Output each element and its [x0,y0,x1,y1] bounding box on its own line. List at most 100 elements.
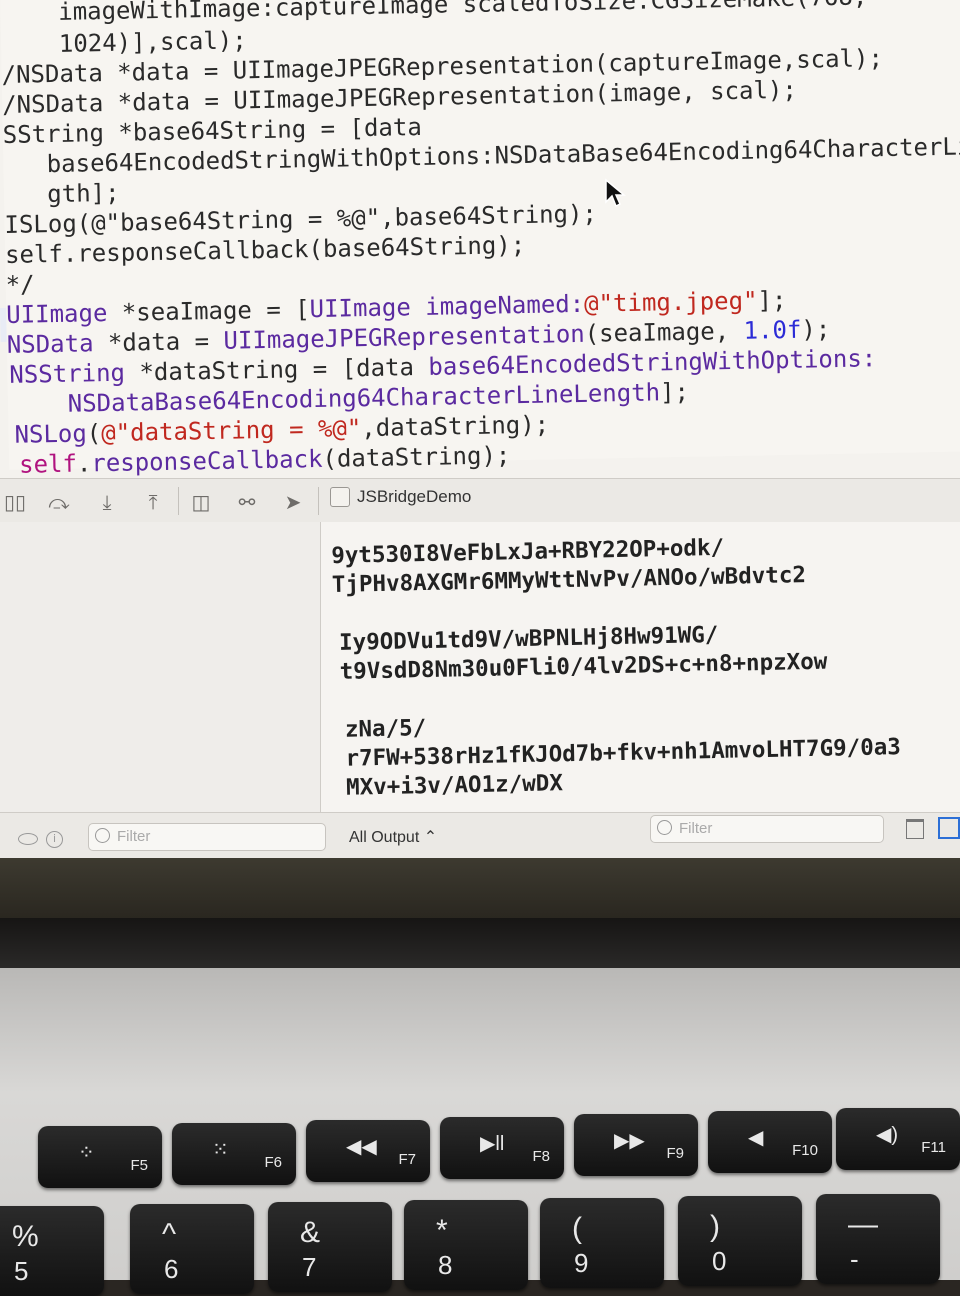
screen-bezel [0,858,960,918]
console-text: 9yt530I8VeFbLxJa+RBY22OP+odk/TjPHv8AXGMr… [331,527,960,803]
trash-icon[interactable] [906,819,924,839]
laptop-screen: imageWithImage:captureImage scaledToSize… [0,0,960,858]
debug-toolbar: ▯▯ ⤼ ⤓ ⤒ ◫ ⚯ ➤ JSBridgeDemo [0,478,960,524]
code-token: . [76,449,92,478]
step-over-icon[interactable]: ⤼ [46,489,72,515]
code-token: NSString [9,358,126,389]
key-label: F8 [532,1148,550,1165]
key-label: F7 [398,1151,416,1168]
app-target-icon [330,487,350,507]
mouse-pointer-icon [605,178,626,208]
code-token: imageWithImage:captureImage scaledToSize… [0,0,868,27]
key-f9[interactable]: ▶▶ F9 [574,1114,698,1176]
code-line: 1024)],scal); [1,25,247,60]
key-label: F11 [921,1139,946,1156]
key-shift-symbol: ( [572,1212,582,1245]
simulate-location-icon[interactable]: ➤ [280,489,306,515]
key-shift-symbol: & [300,1216,321,1249]
code-line: imageWithImage:captureImage scaledToSize… [0,0,868,28]
laptop-hinge [0,918,960,968]
code-token: base64EncodedStringWithOptions: [428,344,877,381]
key-number: 0 [712,1246,727,1276]
output-selector[interactable]: All Output ⌃ [349,827,437,847]
step-into-icon[interactable]: ⤓ [94,489,120,515]
code-token: 1024)],scal); [0,26,247,59]
key-number: 8 [438,1250,453,1280]
split-view-icon[interactable] [938,817,960,839]
code-token: (dataString); [322,441,511,473]
code-line: gth]; [4,178,120,210]
filter-icon [657,820,672,835]
key-glyph-icon: ▶ll [480,1133,505,1155]
key-shift-symbol: ^ [162,1218,177,1251]
key-glyph-icon: ◀ [748,1127,764,1149]
console-output[interactable]: 9yt530I8VeFbLxJa+RBY22OP+odk/TjPHv8AXGMr… [321,522,960,812]
console-filter-input[interactable]: Filter [650,815,884,843]
key-5[interactable]: % 5 [0,1206,104,1296]
code-token: self [18,449,78,479]
variables-filter-placeholder: Filter [117,828,151,845]
code-token: ( [86,419,102,448]
code-token: *data = [93,326,224,358]
code-token: (seaImage, [584,316,744,348]
key-shift-symbol: — [848,1208,878,1241]
console-filter-placeholder: Filter [679,820,713,837]
key-shift-symbol: ) [710,1210,720,1243]
info-icon[interactable]: i [46,831,63,848]
key-number: 7 [302,1252,317,1282]
chevron-up-down-icon: ⌃ [423,829,438,846]
key-label: F10 [792,1142,818,1159]
key-f5[interactable]: ⁘ F5 [38,1126,162,1188]
code-token: ]; [659,377,690,407]
toolbar-divider [178,487,179,515]
key-f7[interactable]: ◀◀ F7 [306,1120,430,1182]
key-f11[interactable]: ◀) F11 [836,1108,960,1170]
filter-icon [95,828,110,843]
code-token: UIImage [309,293,412,324]
eye-icon[interactable] [18,833,38,845]
memory-graph-icon[interactable]: ⚯ [234,489,260,515]
key-9[interactable]: (9 [540,1198,664,1288]
debug-view-hierarchy-icon[interactable]: ◫ [188,489,214,515]
key-label: F9 [666,1145,684,1162]
key-glyph-icon: ▶▶ [614,1130,645,1152]
code-token: NSData [6,329,94,359]
key-f6[interactable]: ⁙ F6 [172,1123,296,1185]
code-token: ,dataString); [361,410,550,443]
variables-filter-input[interactable]: Filter [88,823,326,851]
code-line: */ [5,269,34,300]
code-token: *seaImage = [ [107,295,310,327]
key-number: 6 [164,1254,179,1284]
key-glyph-icon: ◀◀ [346,1136,377,1158]
key--[interactable]: — - [816,1194,940,1284]
step-out-icon[interactable]: ⤒ [140,489,166,515]
code-token: @"dataString = %@" [100,414,362,448]
key-f10[interactable]: ◀ F10 [708,1111,832,1173]
key-number: 5 [14,1256,29,1286]
debug-target-name[interactable]: JSBridgeDemo [357,487,471,507]
code-token: *dataString = [data [124,352,429,387]
variables-view[interactable] [0,522,321,822]
code-token: NSLog [14,419,88,449]
key-number: - [850,1244,859,1274]
key-8[interactable]: * 8 [404,1200,528,1290]
debug-filter-bar: i Filter All Output ⌃ Filter [0,812,960,858]
code-token: */ [5,270,35,299]
key-glyph-icon: ◀) [876,1124,899,1146]
toolbar-divider [318,487,319,515]
code-token: gth]; [3,178,120,209]
key-f8[interactable]: ▶ll F8 [440,1117,564,1179]
key-label: F6 [264,1154,282,1171]
key-7[interactable]: & 7 [268,1202,392,1292]
code-token: UIImage [5,299,108,329]
code-token: 1.0f [743,315,802,345]
key-shift-symbol: * [436,1214,448,1247]
code-token: ]; [757,285,787,315]
hide-debug-area-icon[interactable]: ▯▯ [2,489,28,515]
key-0[interactable]: ) 0 [678,1196,802,1286]
code-editor[interactable]: imageWithImage:captureImage scaledToSize… [0,0,960,479]
code-token: @"timg.jpeg" [583,286,758,318]
output-selector-label: All Output [349,829,420,846]
key-label: F5 [130,1157,148,1174]
key-6[interactable]: ^ 6 [130,1204,254,1294]
